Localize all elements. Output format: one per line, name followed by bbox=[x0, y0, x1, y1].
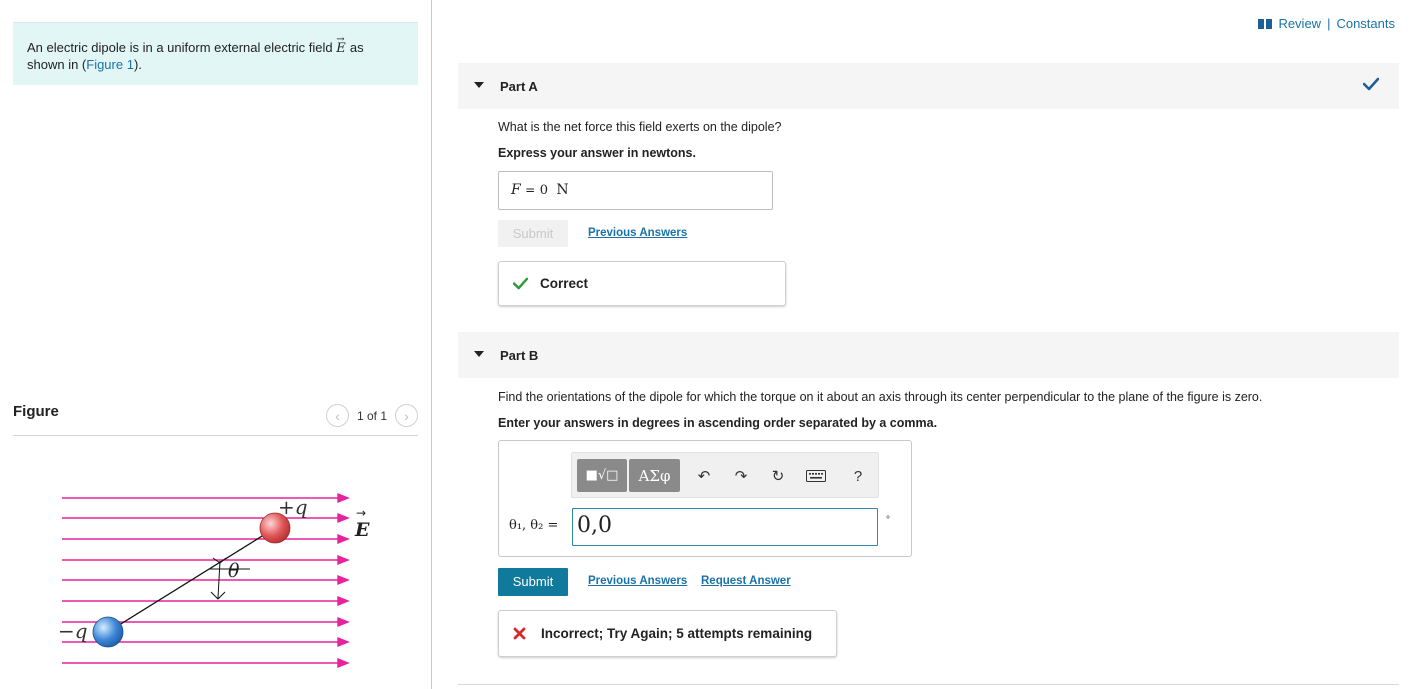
part-b-math-editor: ■√□ ΑΣφ ↶ ↷ ↻ ? θ₁, θ₂ = 0,0 ° bbox=[498, 440, 912, 557]
part-a-value: 0 bbox=[539, 183, 548, 198]
book-icon bbox=[1258, 18, 1273, 29]
chevron-right-icon: › bbox=[404, 407, 409, 424]
intro-text-before: An electric dipole is in a uniform exter… bbox=[27, 40, 337, 55]
error-x-icon bbox=[513, 627, 526, 640]
part-b-feedback: Incorrect; Try Again; 5 attempts remaini… bbox=[498, 610, 837, 657]
checkmark-icon bbox=[1363, 77, 1379, 91]
plus-q-label: +q bbox=[278, 495, 308, 519]
field-label: E bbox=[354, 519, 370, 541]
figure-title: Figure bbox=[13, 403, 59, 420]
part-a-answer-field[interactable]: F = 0 N bbox=[498, 171, 773, 210]
part-a-unit: N bbox=[556, 182, 569, 198]
part-b-submit-button[interactable]: Submit bbox=[498, 568, 568, 596]
figure-header: Figure ‹ 1 of 1 › bbox=[13, 400, 418, 436]
pane-divider bbox=[431, 0, 432, 689]
keyboard-icon[interactable] bbox=[805, 465, 827, 487]
templates-button[interactable]: ■√□ bbox=[577, 459, 627, 492]
part-b-question: Find the orientations of the dipole for … bbox=[498, 390, 1263, 404]
equals-sign: = bbox=[525, 183, 536, 197]
bottom-divider bbox=[458, 684, 1399, 685]
figure-pager-count: 1 of 1 bbox=[356, 408, 387, 423]
request-answer-link[interactable]: Request Answer bbox=[701, 575, 791, 587]
degree-unit: ° bbox=[886, 515, 890, 526]
correct-check-icon bbox=[513, 277, 528, 290]
part-a-submit-button[interactable]: Submit bbox=[498, 220, 568, 247]
symbols-button[interactable]: ΑΣφ bbox=[629, 459, 680, 492]
help-button[interactable]: ? bbox=[847, 465, 869, 487]
top-links: Review | Constants bbox=[1258, 16, 1395, 31]
part-a-feedback: Correct bbox=[498, 261, 786, 306]
redo-icon[interactable]: ↷ bbox=[730, 465, 752, 487]
dipole-figure: +q −q θ E → bbox=[58, 492, 370, 669]
math-toolbar: ■√□ ΑΣφ ↶ ↷ ↻ ? bbox=[571, 452, 879, 498]
part-b-answer-field[interactable]: 0,0 bbox=[572, 508, 878, 546]
part-b-header[interactable]: Part B bbox=[458, 332, 1399, 378]
part-a-instruction: Express your answer in newtons. bbox=[498, 146, 696, 160]
collapse-caret-icon bbox=[474, 82, 484, 88]
collapse-caret-icon bbox=[474, 351, 484, 357]
part-b-instruction: Enter your answers in degrees in ascendi… bbox=[498, 416, 938, 430]
part-a-header[interactable]: Part A bbox=[458, 63, 1399, 109]
reset-icon[interactable]: ↻ bbox=[767, 465, 789, 487]
part-a-variable: F bbox=[511, 182, 521, 198]
part-a-title: Part A bbox=[500, 79, 538, 94]
chevron-left-icon: ‹ bbox=[335, 407, 340, 424]
figure-link[interactable]: Figure 1 bbox=[86, 57, 134, 72]
theta-label: θ bbox=[228, 560, 240, 582]
field-vector-symbol: → E bbox=[336, 34, 346, 56]
next-figure-button[interactable]: › bbox=[395, 404, 418, 427]
part-b-feedback-text: Incorrect; Try Again; 5 attempts remaini… bbox=[541, 626, 813, 641]
left-pane: An electric dipole is in a uniform exter… bbox=[0, 0, 431, 689]
minus-q-label: −q bbox=[58, 619, 88, 643]
part-a-question: What is the net force this field exerts … bbox=[498, 120, 782, 134]
negative-charge bbox=[92, 616, 124, 648]
prev-figure-button[interactable]: ‹ bbox=[325, 404, 349, 427]
constants-link[interactable]: Constants bbox=[1336, 16, 1395, 31]
undo-icon[interactable]: ↶ bbox=[693, 465, 715, 487]
intro-text-after: ). bbox=[133, 57, 142, 72]
review-link[interactable]: Review bbox=[1278, 16, 1321, 31]
link-separator: | bbox=[1327, 16, 1331, 31]
part-b-previous-answers-link[interactable]: Previous Answers bbox=[588, 575, 687, 587]
figure-pager: ‹ 1 of 1 › bbox=[325, 404, 418, 427]
part-b-variable-label: θ₁, θ₂ = bbox=[509, 518, 559, 533]
problem-intro: An electric dipole is in a uniform exter… bbox=[13, 22, 418, 85]
field-vector-arrow: → bbox=[356, 506, 366, 520]
part-a-feedback-text: Correct bbox=[540, 276, 589, 291]
part-b-title: Part B bbox=[500, 348, 539, 363]
part-a-previous-answers-link[interactable]: Previous Answers bbox=[588, 227, 687, 239]
